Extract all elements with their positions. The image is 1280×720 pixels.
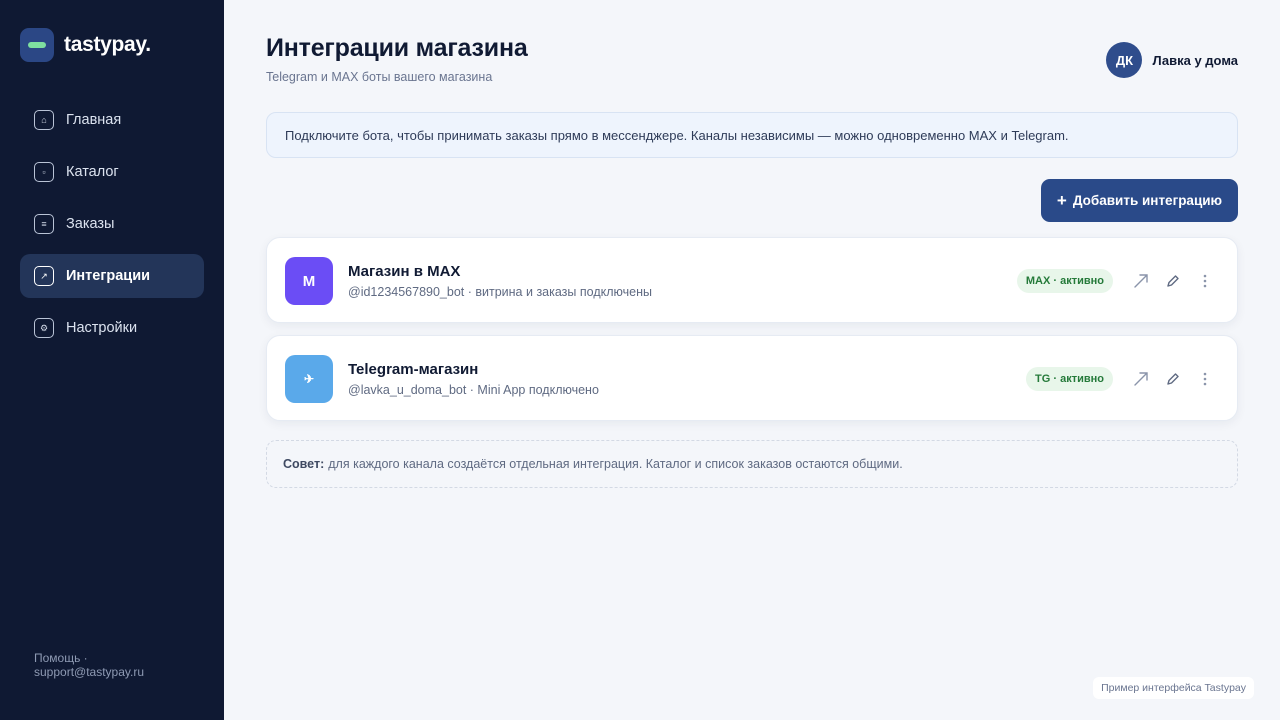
sidebar-item-label: Заказы [66,216,115,232]
sidebar-item-integrations[interactable]: ↗ Интеграции [20,254,204,298]
integration-actions: TG · активно [1026,336,1219,422]
brand[interactable]: tastypay. [20,28,151,62]
integrations-icon: ↗ [34,266,54,286]
more-options-icon[interactable] [1191,365,1219,393]
sidebar-item-label: Интеграции [66,268,151,284]
info-banner: Подключите бота, чтобы принимать заказы … [266,112,1238,158]
max-logo-icon: M [285,257,333,305]
edit-icon[interactable] [1159,267,1187,295]
sidebar-item-settings[interactable]: ⚙ Настройки [20,306,204,350]
help-contact[interactable]: Помощь · support@tastypay.ru [34,651,184,679]
tip-text: для каждого канала создаётся отдельная и… [328,457,903,471]
user-menu[interactable]: ДК Лавка у дома [1106,42,1238,78]
sidebar-item-label: Каталог [66,164,119,180]
edit-icon[interactable] [1159,365,1187,393]
integration-meta: @id1234567890_bot · витрина и заказы под… [348,285,652,299]
open-external-icon[interactable] [1127,365,1155,393]
sidebar-item-orders[interactable]: ≡ Заказы [20,202,204,246]
integration-card-max[interactable]: M Магазин в MAX @id1234567890_bot · витр… [266,237,1238,323]
orders-icon: ≡ [34,214,54,234]
page-title: Интеграции магазина [266,34,528,62]
sidebar-item-catalog[interactable]: ▫ Каталог [20,150,204,194]
sidebar-item-label: Главная [66,112,122,128]
add-integration-label: Добавить интеграцию [1072,193,1223,208]
main-content: Интеграции магазина Telegram и MAX боты … [266,0,1238,720]
integration-card-telegram[interactable]: ✈ Telegram-магазин @lavka_u_doma_bot · M… [266,335,1238,421]
integration-meta: @lavka_u_doma_bot · Mini App подключено [348,383,599,397]
catalog-icon: ▫ [34,162,54,182]
open-external-icon[interactable] [1127,267,1155,295]
store-name: Лавка у дома [1152,52,1238,68]
status-badge: MAX · активно [1016,269,1113,293]
add-integration-button[interactable]: + Добавить интеграцию [1041,179,1238,222]
settings-icon: ⚙ [34,318,54,338]
page-subtitle: Telegram и MAX боты вашего магазина [266,70,493,84]
tip-box: Совет: для каждого канала создаётся отде… [266,440,1238,488]
status-badge: TG · активно [1026,367,1113,391]
sidebar-item-home[interactable]: ⌂ Главная [20,98,204,142]
sidebar-item-label: Настройки [66,320,138,336]
sidebar-nav: ⌂ Главная ▫ Каталог ≡ Заказы ↗ Интеграци… [20,98,204,358]
sidebar: tastypay. ⌂ Главная ▫ Каталог ≡ Заказы ↗… [0,0,224,720]
avatar: ДК [1106,42,1143,78]
integration-title: Telegram-магазин [348,361,479,378]
integration-title: Магазин в MAX [348,263,461,280]
interface-footnote: Пример интерфейса Tastypay [1093,677,1254,699]
integration-actions: MAX · активно [1016,238,1219,324]
more-options-icon[interactable] [1191,267,1219,295]
tip-label: Совет: [283,457,325,471]
home-icon: ⌂ [34,110,54,130]
telegram-logo-icon: ✈ [285,355,333,403]
brand-logo-icon [20,28,54,62]
plus-icon: + [1056,190,1067,210]
brand-name: tastypay. [64,33,151,56]
